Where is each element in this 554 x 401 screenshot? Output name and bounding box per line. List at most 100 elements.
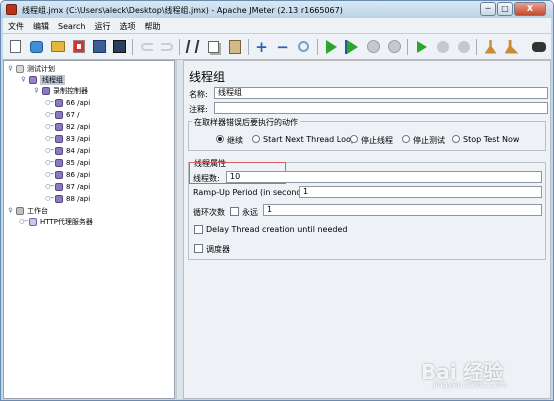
tree-handle-icon[interactable]: ○─ xyxy=(45,159,54,166)
tree-handle-icon[interactable]: ○─ xyxy=(45,111,54,118)
panel-title: 线程组 xyxy=(189,70,226,84)
tree-node-sampler[interactable]: ○─ 83 /api xyxy=(45,133,90,144)
tree-toggle-icon[interactable]: ♀ xyxy=(20,76,27,83)
remote-exit-icon[interactable] xyxy=(455,38,472,55)
split-pane-divider[interactable] xyxy=(176,60,183,399)
tree-handle-icon[interactable]: ○─ xyxy=(45,135,54,142)
forever-checkbox[interactable] xyxy=(230,207,239,216)
copy-icon[interactable] xyxy=(205,38,222,55)
menu-run[interactable]: 运行 xyxy=(89,18,114,32)
sampler-icon xyxy=(55,158,63,167)
menu-options[interactable]: 选项 xyxy=(114,18,139,32)
template-icon[interactable] xyxy=(28,38,45,55)
title-bar[interactable]: 线程组.jmx (C:\Users\aleck\Desktop\线程组.jmx)… xyxy=(1,1,553,18)
loop-label: 循环次数 xyxy=(193,208,225,217)
save-as-icon[interactable] xyxy=(111,38,128,55)
close-button[interactable]: X xyxy=(514,2,546,16)
delay-thread-checkbox[interactable] xyxy=(194,225,203,234)
jmeter-app-icon xyxy=(6,4,17,15)
radio-stop-test[interactable] xyxy=(402,135,410,143)
toggle-icon[interactable] xyxy=(295,38,312,55)
rampup-label: Ramp-Up Period (in seconds): xyxy=(193,188,312,197)
radio-stop-test-label: 停止测试 xyxy=(413,136,445,145)
cut-icon[interactable] xyxy=(184,38,201,55)
minimize-button[interactable]: ─ xyxy=(480,2,496,16)
thread-group-panel: 线程组 名称: 线程组 注释: 在取样器错误后要执行的动作 继续 Start N… xyxy=(183,60,551,399)
sampler-error-action-title: 在取样器错误后要执行的动作 xyxy=(192,117,300,128)
comment-label: 注释: xyxy=(189,105,208,114)
tree-node-sampler[interactable]: ○─ 84 /api xyxy=(45,145,90,156)
loop-count-field[interactable]: 1 xyxy=(263,204,542,216)
tree-handle-icon[interactable]: ○─ xyxy=(45,195,54,202)
clear-all-icon[interactable] xyxy=(503,38,520,55)
menu-help[interactable]: 帮助 xyxy=(139,18,164,32)
radio-stop-test-now-label: Stop Test Now xyxy=(463,135,520,144)
radio-stop-thread[interactable] xyxy=(350,135,358,143)
tree-node-sampler[interactable]: ○─ 88 /api xyxy=(45,193,90,204)
open-icon[interactable] xyxy=(49,38,66,55)
shutdown-icon[interactable] xyxy=(386,38,403,55)
start-no-pause-icon[interactable] xyxy=(344,38,361,55)
tree-node-sampler[interactable]: ○─ 86 /api xyxy=(45,169,90,180)
tree-node-recording-controller[interactable]: ♀ 录制控制器 xyxy=(33,85,88,96)
scheduler-checkbox[interactable] xyxy=(194,244,203,253)
tree-handle-icon[interactable]: ○─ xyxy=(19,218,28,225)
tree-handle-icon[interactable]: ○─ xyxy=(45,183,54,190)
forever-label: 永远 xyxy=(242,208,258,217)
tree-toggle-icon[interactable]: ♀ xyxy=(33,87,40,94)
new-icon[interactable] xyxy=(7,38,24,55)
tree-node-sampler[interactable]: ○─ 87 /api xyxy=(45,181,90,192)
expand-icon[interactable]: + xyxy=(253,38,270,56)
tree-handle-icon[interactable]: ○─ xyxy=(45,123,54,130)
menu-bar: 文件 编辑 Search 运行 选项 帮助 xyxy=(3,18,551,34)
name-field[interactable]: 线程组 xyxy=(214,87,548,99)
tree-handle-icon[interactable]: ○─ xyxy=(45,171,54,178)
radio-start-next-loop[interactable] xyxy=(252,135,260,143)
tree-toggle-icon[interactable]: ♀ xyxy=(7,65,14,72)
rampup-field[interactable]: 1 xyxy=(299,186,542,198)
close-file-icon[interactable] xyxy=(70,38,87,55)
stop-icon[interactable] xyxy=(365,38,382,55)
radio-continue[interactable] xyxy=(216,135,224,143)
undo-icon[interactable] xyxy=(138,38,155,55)
save-icon[interactable] xyxy=(91,38,108,55)
collapse-icon[interactable]: − xyxy=(274,38,291,56)
test-plan-icon xyxy=(16,64,24,73)
tree-node-thread-group[interactable]: ♀ 线程组 xyxy=(20,74,65,85)
test-plan-tree[interactable]: ♀ 测试计划 ♀ 线程组 ♀ 录制控制器 ○─ 66 /api ○─ 67 / ○─ 82 … xyxy=(3,60,175,399)
tree-handle-icon[interactable]: ○─ xyxy=(45,147,54,154)
sampler-icon xyxy=(55,146,63,155)
remote-start-icon[interactable] xyxy=(413,38,430,55)
window-title: 线程组.jmx (C:\Users\aleck\Desktop\线程组.jmx)… xyxy=(22,6,343,15)
start-icon[interactable] xyxy=(323,38,340,55)
tree-handle-icon[interactable]: ○─ xyxy=(45,99,54,106)
menu-edit[interactable]: 编辑 xyxy=(28,18,53,32)
tree-node-workbench[interactable]: ♀ 工作台 xyxy=(7,205,48,216)
watermark-url: jingyan.baidu.com xyxy=(433,380,507,389)
comment-field[interactable] xyxy=(214,102,548,114)
menu-file[interactable]: 文件 xyxy=(3,18,28,32)
tree-node-sampler[interactable]: ○─ 82 /api xyxy=(45,121,90,132)
sampler-icon xyxy=(55,122,63,131)
radio-stop-test-now[interactable] xyxy=(452,135,460,143)
menu-search[interactable]: Search xyxy=(53,19,89,31)
scheduler-label: 调度器 xyxy=(206,245,230,254)
clear-icon[interactable] xyxy=(482,38,499,55)
tree-node-sampler[interactable]: ○─ 67 / xyxy=(45,109,80,120)
search-icon[interactable] xyxy=(530,38,547,55)
maximize-button[interactable]: □ xyxy=(497,2,513,16)
toolbar: + − xyxy=(3,34,551,60)
tree-node-test-plan[interactable]: ♀ 测试计划 xyxy=(7,63,55,74)
paste-icon[interactable] xyxy=(226,38,243,55)
workbench-icon xyxy=(16,206,24,215)
redo-icon[interactable] xyxy=(158,38,175,55)
tree-node-sampler[interactable]: ○─ 85 /api xyxy=(45,157,90,168)
threads-field[interactable]: 10 xyxy=(226,171,542,183)
tree-toggle-icon[interactable]: ♀ xyxy=(7,207,14,214)
tree-node-http-proxy[interactable]: ○─ HTTP代理服务器 xyxy=(19,216,93,227)
remote-stop-icon[interactable] xyxy=(434,38,451,55)
proxy-server-icon xyxy=(29,217,37,226)
thread-group-icon xyxy=(29,75,37,84)
tree-node-sampler[interactable]: ○─ 66 /api xyxy=(45,97,90,108)
sampler-icon xyxy=(55,134,63,143)
